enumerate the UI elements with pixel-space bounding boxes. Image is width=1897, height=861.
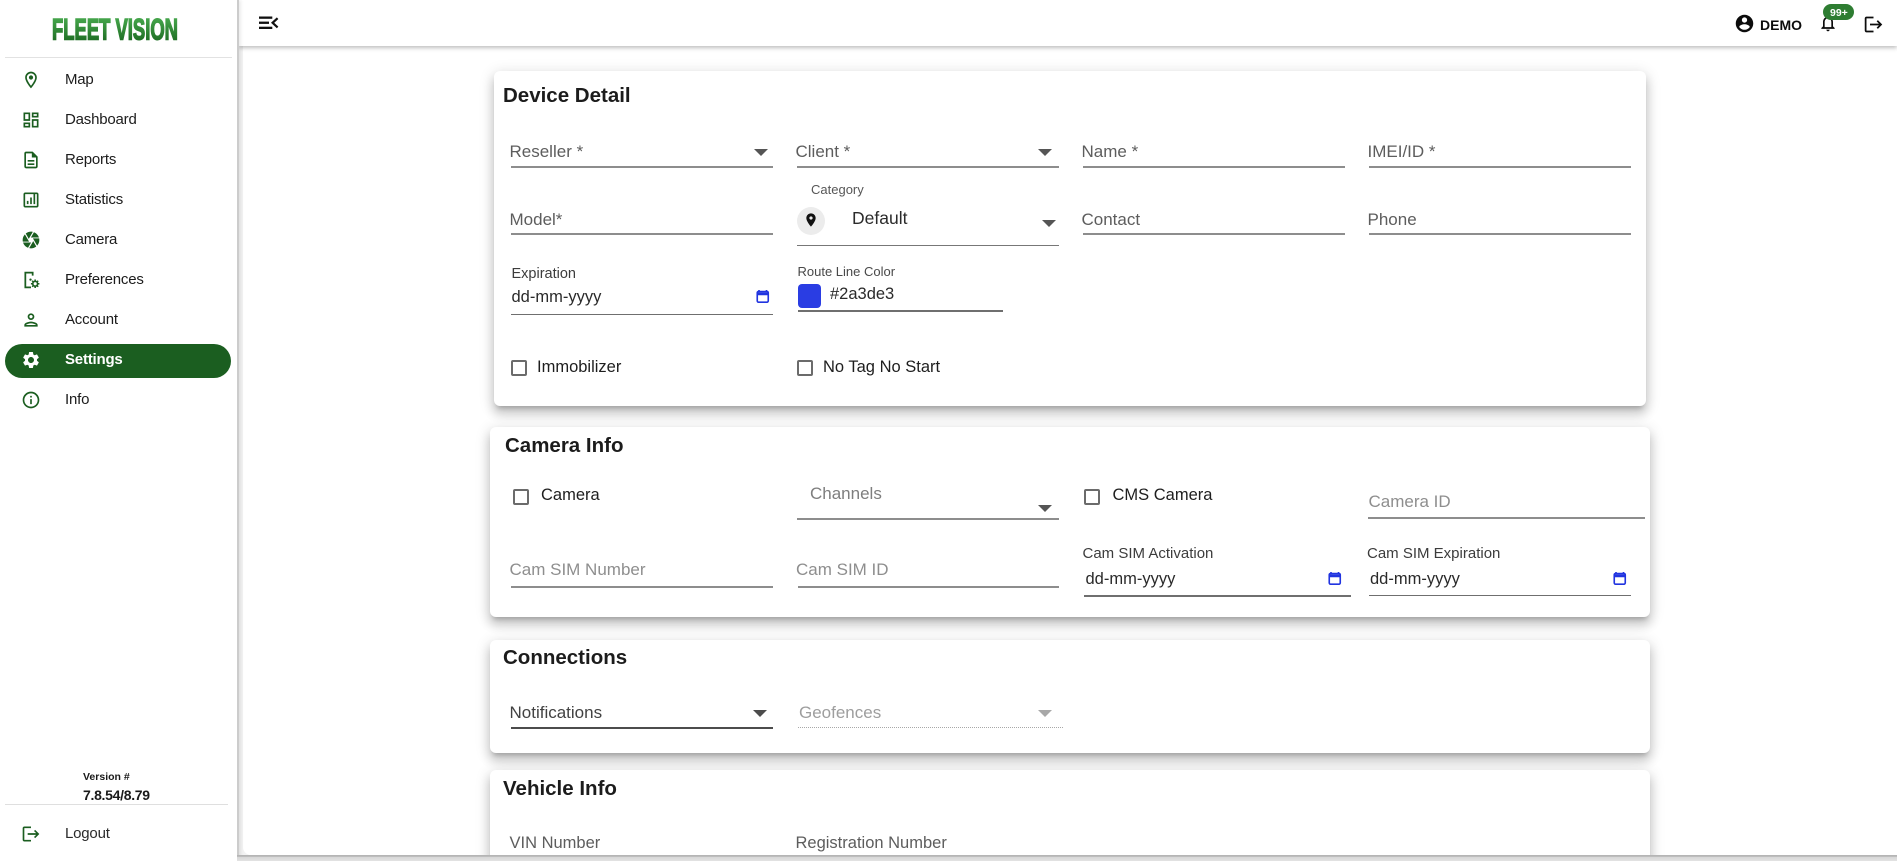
svg-text:FLEET VISION: FLEET VISION bbox=[52, 16, 178, 42]
